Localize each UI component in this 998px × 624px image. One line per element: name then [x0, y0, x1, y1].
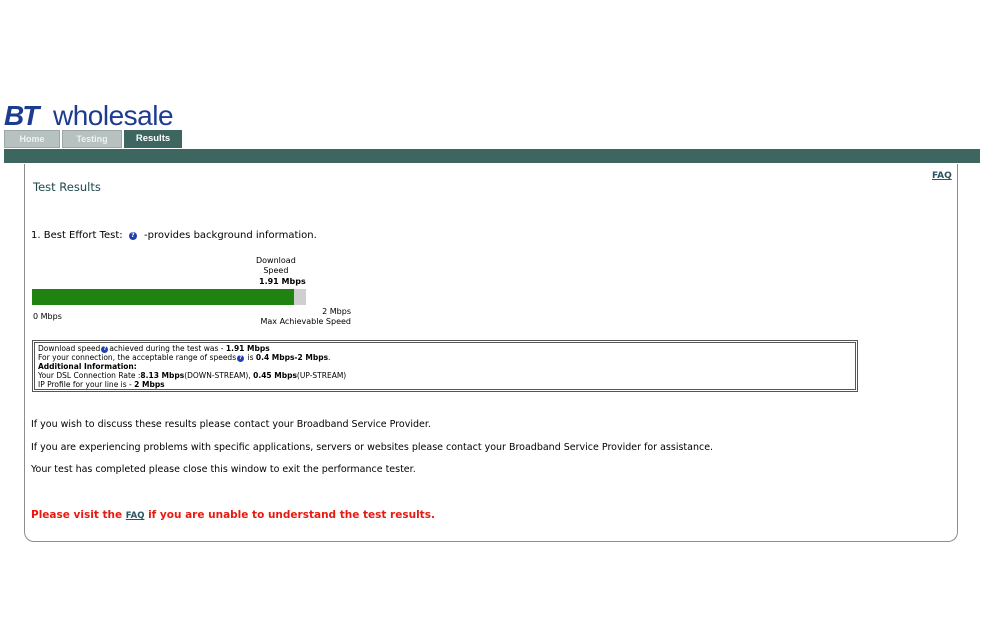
download-label-line2: Speed	[263, 266, 289, 275]
close-window-text: Your test has completed please close thi…	[31, 464, 416, 475]
faq-link-alert[interactable]: FAQ	[126, 511, 145, 521]
info-line-download: Download speed? achieved during the test …	[38, 344, 852, 353]
speed-gauge	[32, 289, 306, 305]
info-ip-value: 2 Mbps	[134, 380, 165, 389]
help-icon[interactable]: ?	[128, 232, 137, 240]
info-range-prefix: For your connection, the acceptable rang…	[38, 353, 237, 362]
info-line-ip-profile: IP Profile for your line is - 2 Mbps	[38, 380, 852, 389]
info-download-prefix: Download speed	[38, 344, 101, 353]
results-info-box: Download speed? achieved during the test …	[32, 340, 858, 392]
help-icon[interactable]: ?	[101, 346, 109, 353]
gauge-max-caption: Max Achievable Speed	[260, 317, 351, 326]
results-info-inner: Download speed? achieved during the test …	[34, 342, 856, 390]
page-title: Test Results	[33, 180, 101, 194]
additional-heading-text: Additional Information:	[38, 362, 137, 371]
download-speed-label: Download Speed	[256, 256, 296, 276]
info-line-dsl-rate: Your DSL Connection Rate :8.13 Mbps(DOWN…	[38, 371, 852, 380]
info-download-middle: achieved during the test was -	[109, 344, 226, 353]
logo-bt-mark: BT	[4, 100, 39, 131]
info-range-middle: is	[245, 353, 256, 362]
faq-link-top[interactable]: FAQ	[932, 171, 952, 181]
info-dsl-prefix: Your DSL Connection Rate :	[38, 371, 141, 380]
info-downstream-value: 8.13 Mbps	[140, 371, 185, 380]
info-range-suffix: .	[328, 353, 331, 362]
section-heading: 1. Best Effort Test:	[31, 230, 123, 241]
nav-bar	[4, 149, 980, 163]
faq-alert: Please visit the FAQ if you are unable t…	[31, 509, 435, 521]
tab-testing[interactable]: Testing	[62, 130, 122, 148]
info-ip-prefix: IP Profile for your line is -	[38, 380, 135, 389]
info-upstream-label: (UP-STREAM)	[296, 371, 347, 380]
best-effort-heading: 1. Best Effort Test: ? -provides backgro…	[31, 230, 317, 241]
info-line-range: For your connection, the acceptable rang…	[38, 353, 852, 362]
alert-prefix: Please visit the	[31, 509, 126, 521]
section-help-note: -provides background information.	[144, 230, 317, 241]
logo-wordmark: wholesale	[53, 100, 174, 131]
info-range-value: 0.4 Mbps-2 Mbps	[255, 353, 329, 362]
speed-gauge-fill	[32, 289, 294, 305]
gauge-max-value: 2 Mbps	[322, 307, 351, 316]
tab-home[interactable]: Home	[4, 130, 60, 148]
info-download-value: 1.91 Mbps	[225, 344, 270, 353]
download-speed-value: 1.91 Mbps	[259, 277, 306, 286]
info-downstream-label: (DOWN-STREAM),	[184, 371, 254, 380]
tab-results[interactable]: Results	[124, 130, 182, 148]
contact-provider-text: If you wish to discuss these results ple…	[31, 419, 431, 430]
alert-suffix: if you are unable to understand the test…	[144, 509, 435, 521]
help-icon[interactable]: ?	[237, 355, 245, 362]
gauge-min-label: 0 Mbps	[33, 312, 62, 321]
info-additional-heading: Additional Information:	[38, 362, 852, 371]
problems-text: If you are experiencing problems with sp…	[31, 442, 714, 453]
download-label-line1: Download	[256, 256, 296, 265]
info-upstream-value: 0.45 Mbps	[253, 371, 297, 380]
gauge-max-label: 2 Mbps Max Achievable Speed	[256, 307, 351, 327]
